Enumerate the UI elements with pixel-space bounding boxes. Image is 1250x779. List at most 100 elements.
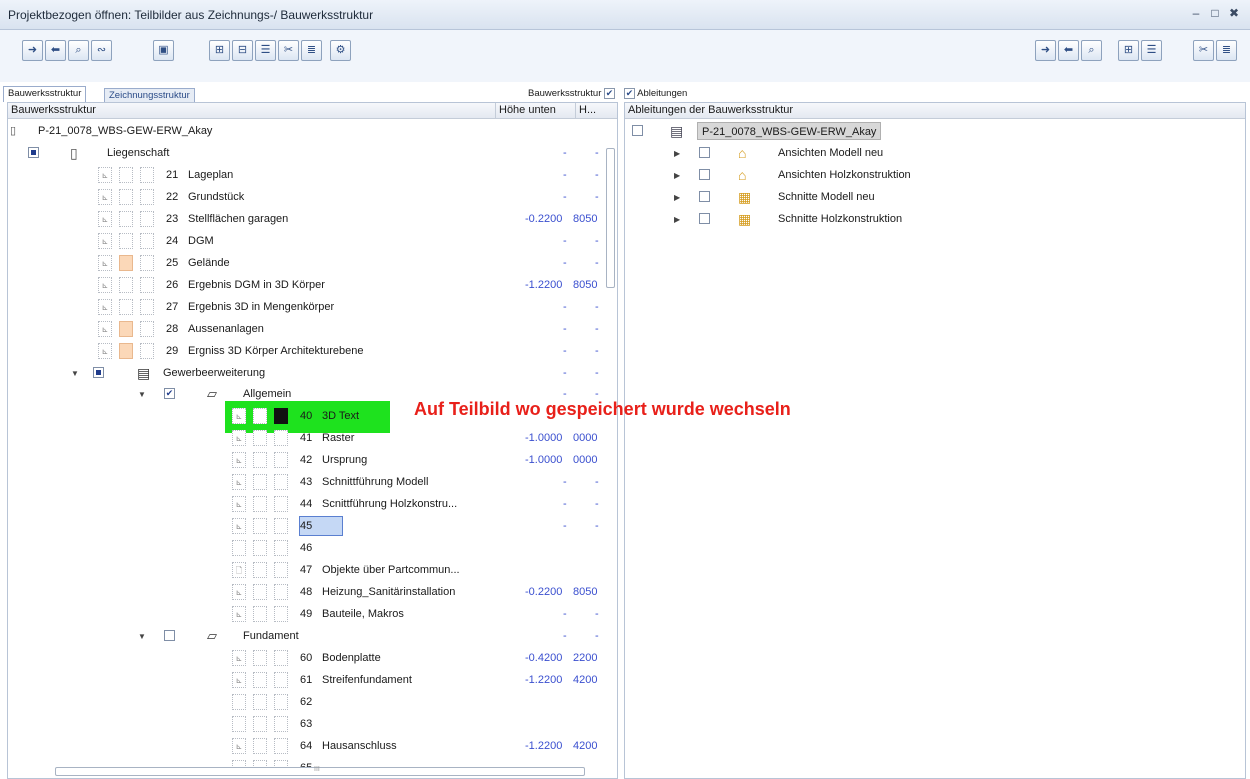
column-header-hoehe-unten[interactable]: Höhe unten [495,103,575,119]
allgemein-checkbox[interactable] [164,388,175,399]
status-cell[interactable] [140,299,154,315]
tree-row-48[interactable]: ⊾ 48 Heizung_Sanitärinstallation -0.2200 805… [0,582,610,602]
status-cell[interactable] [140,277,154,293]
status-cell[interactable] [119,277,133,293]
chevron-down-icon[interactable]: ▼ [138,385,146,405]
status-cell[interactable] [140,255,154,271]
drawing-file-icon[interactable]: ⊾ [98,189,112,205]
status-cell[interactable] [140,167,154,183]
fundament-checkbox[interactable] [164,630,175,641]
status-cell[interactable] [119,233,133,249]
drawing-file-icon[interactable] [232,716,246,732]
status-cell[interactable] [274,452,288,468]
status-cell[interactable] [274,518,288,534]
gewerbe-checkbox[interactable] [93,367,104,378]
maximize-button[interactable]: □ [1207,6,1223,20]
drawing-file-icon[interactable]: ⊾ [232,584,246,600]
tree-row-60[interactable]: ⊾ 60 Bodenplatte -0.4200 2200 [0,648,610,668]
chevron-right-icon[interactable]: ▶ [674,210,680,230]
tree-row-43[interactable]: ⊾ 43 Schnittführung Modell - - [0,472,610,492]
status-cell[interactable] [274,694,288,710]
status-cell[interactable] [274,606,288,622]
status-cell[interactable] [274,430,288,446]
drawing-file-icon[interactable]: ⊾ [98,277,112,293]
derivation-checkbox[interactable] [699,191,710,202]
status-cell[interactable] [253,738,267,754]
status-cell[interactable] [253,562,267,578]
tree-add-icon[interactable]: ⊞ [209,40,230,61]
tree-row-21[interactable]: ⊾ 21 Lageplan - - [0,165,610,185]
derivation-checkbox[interactable] [699,147,710,158]
tree-row-61[interactable]: ⊾ 61 Streifenfundament -1.2200 4200 [0,670,610,690]
monitor-icon[interactable]: ▣ [153,40,174,61]
tab-zeichnungsstruktur[interactable]: Zeichnungsstruktur [104,88,195,102]
status-cell[interactable] [274,738,288,754]
status-cell[interactable] [274,408,288,424]
liegenschaft-checkbox[interactable] [28,147,39,158]
tree-row-41[interactable]: ⊾ 41 Raster -1.0000 0000 [0,428,610,448]
chevron-right-icon[interactable]: ▶ [674,166,680,186]
derivation-item[interactable]: ▶ ▦ Schnitte Holzkonstruktion [624,209,924,229]
drawing-file-icon[interactable]: ⊾ [232,408,246,424]
status-cell[interactable] [119,299,133,315]
option-bauwerksstruktur-checkbox[interactable] [604,88,616,99]
tree-add-child-icon[interactable]: ⊟ [232,40,253,61]
minimize-button[interactable]: – [1188,6,1204,20]
drawing-file-icon[interactable]: ⊾ [232,606,246,622]
status-cell[interactable] [274,716,288,732]
tree-props-icon[interactable]: ≣ [301,40,322,61]
link-icon[interactable]: ∾ [91,40,112,61]
tree-row-29[interactable]: ⊾ 29 Ergniss 3D Körper Architekturebene - - [0,341,610,361]
tree-row-24[interactable]: ⊾ 24 DGM - - [0,231,610,251]
drawing-file-icon[interactable]: ⊾ [232,452,246,468]
status-cell[interactable] [119,255,133,271]
status-cell[interactable] [253,496,267,512]
drawing-file-icon[interactable]: ⊾ [98,233,112,249]
status-cell[interactable] [119,189,133,205]
status-cell[interactable] [253,408,267,424]
drawing-file-icon[interactable]: ⊾ [98,343,112,359]
chevron-down-icon[interactable]: ▼ [71,364,79,384]
status-cell[interactable] [253,606,267,622]
status-cell[interactable] [274,584,288,600]
status-cell[interactable] [274,672,288,688]
arrow-right-icon[interactable]: ➜ [22,40,43,61]
status-cell[interactable] [274,474,288,490]
drawing-file-icon[interactable]: ⊾ [232,518,246,534]
drawing-file-icon[interactable]: ⊾ [98,321,112,337]
status-cell[interactable] [274,650,288,666]
drawing-file-icon[interactable]: ⊾ [232,474,246,490]
search-icon[interactable]: ⌕ [68,40,89,61]
tree-row-49[interactable]: ⊾ 49 Bauteile, Makros - - [0,604,610,624]
option-bauwerksstruktur[interactable]: Bauwerksstruktur [528,88,616,99]
drawing-file-icon[interactable]: ⊾ [232,738,246,754]
column-header-h[interactable]: H... [575,103,617,119]
tree-row-62[interactable]: 62 [0,692,610,712]
status-cell[interactable] [253,452,267,468]
drawing-file-icon[interactable]: ⊾ [232,496,246,512]
arrow-right-icon[interactable]: ➜ [1035,40,1056,61]
status-cell[interactable] [253,650,267,666]
tab-bauwerksstruktur[interactable]: Bauwerksstruktur [3,86,87,102]
derivation-item[interactable]: ▶ ⌂ Ansichten Modell neu [624,143,924,163]
drawing-file-icon[interactable]: ⊾ [98,255,112,271]
tree-row-45[interactable]: ⊾ 45 - - [0,516,610,536]
drawing-file-icon[interactable] [232,694,246,710]
chevron-down-icon[interactable]: ▼ [138,627,146,647]
chevron-right-icon[interactable]: ▶ [674,144,680,164]
tree-row-63[interactable]: 63 [0,714,610,734]
status-cell[interactable] [274,540,288,556]
drawing-file-icon[interactable] [232,540,246,556]
status-cell[interactable] [253,716,267,732]
tree-row-64[interactable]: ⊾ 64 Hausanschluss -1.2200 4200 [0,736,610,756]
horizontal-scrollbar-thumb[interactable]: III [55,766,585,776]
drawing-file-icon[interactable]: ⊾ [232,650,246,666]
status-cell[interactable] [140,233,154,249]
tree-row-23[interactable]: ⊾ 23 Stellflächen garagen -0.2200 8050 [0,209,610,229]
tree-delete-icon[interactable]: ✂ [1193,40,1214,61]
vertical-scrollbar-thumb[interactable] [606,148,615,288]
status-cell[interactable] [274,496,288,512]
drawing-file-icon[interactable]: ⊾ [98,299,112,315]
status-cell[interactable] [253,518,267,534]
status-cell[interactable] [253,584,267,600]
